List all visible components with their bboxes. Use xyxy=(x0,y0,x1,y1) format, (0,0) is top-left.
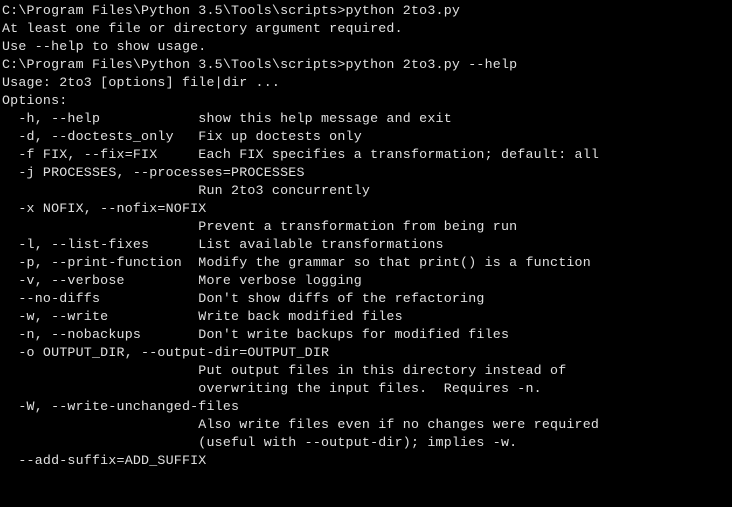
terminal-line: Usage: 2to3 [options] file|dir ... xyxy=(2,74,730,92)
terminal-line: --no-diffs Don't show diffs of the refac… xyxy=(2,290,730,308)
terminal-line: --add-suffix=ADD_SUFFIX xyxy=(2,452,730,470)
terminal-line: At least one file or directory argument … xyxy=(2,20,730,38)
terminal-line: C:\Program Files\Python 3.5\Tools\script… xyxy=(2,56,730,74)
terminal-line: -n, --nobackups Don't write backups for … xyxy=(2,326,730,344)
terminal-line: Options: xyxy=(2,92,730,110)
terminal-line: -l, --list-fixes List available transfor… xyxy=(2,236,730,254)
terminal-line: Also write files even if no changes were… xyxy=(2,416,730,434)
terminal-line: Prevent a transformation from being run xyxy=(2,218,730,236)
terminal-line: Put output files in this directory inste… xyxy=(2,362,730,380)
terminal-line: -o OUTPUT_DIR, --output-dir=OUTPUT_DIR xyxy=(2,344,730,362)
terminal-line: -x NOFIX, --nofix=NOFIX xyxy=(2,200,730,218)
terminal-output[interactable]: C:\Program Files\Python 3.5\Tools\script… xyxy=(0,0,732,472)
terminal-line: overwriting the input files. Requires -n… xyxy=(2,380,730,398)
terminal-line: -v, --verbose More verbose logging xyxy=(2,272,730,290)
terminal-line: -j PROCESSES, --processes=PROCESSES xyxy=(2,164,730,182)
terminal-line: C:\Program Files\Python 3.5\Tools\script… xyxy=(2,2,730,20)
terminal-line: -d, --doctests_only Fix up doctests only xyxy=(2,128,730,146)
terminal-line: -w, --write Write back modified files xyxy=(2,308,730,326)
terminal-line: -h, --help show this help message and ex… xyxy=(2,110,730,128)
terminal-line: -W, --write-unchanged-files xyxy=(2,398,730,416)
terminal-line: Run 2to3 concurrently xyxy=(2,182,730,200)
terminal-line: -p, --print-function Modify the grammar … xyxy=(2,254,730,272)
terminal-line: Use --help to show usage. xyxy=(2,38,730,56)
terminal-line: (useful with --output-dir); implies -w. xyxy=(2,434,730,452)
terminal-line: -f FIX, --fix=FIX Each FIX specifies a t… xyxy=(2,146,730,164)
